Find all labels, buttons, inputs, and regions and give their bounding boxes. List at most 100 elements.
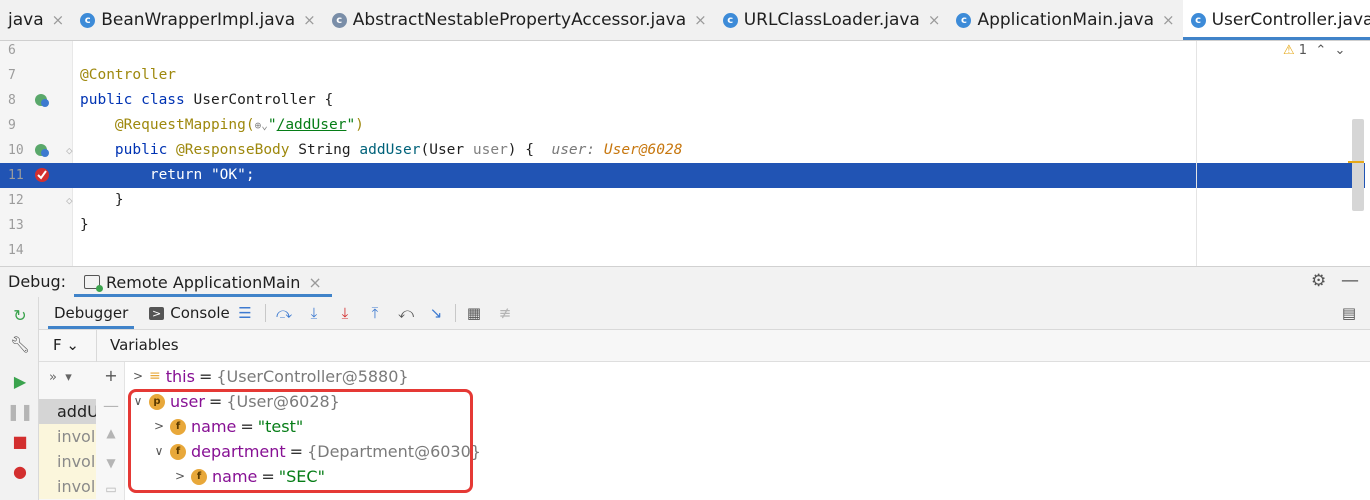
debugger-toolbar: Debugger > Console ☰ ⤼ ⤓ ⤓ ⤒ ⤺ ↘ ▦ ≢ ▤ xyxy=(39,297,1370,330)
line-number: 12 xyxy=(8,193,24,208)
layout-icon[interactable]: ▤ xyxy=(1339,303,1359,323)
fold-icon[interactable]: ◇ xyxy=(66,188,73,213)
run-to-cursor-icon[interactable]: ↘ xyxy=(426,303,446,323)
debug-session-tab[interactable]: Remote ApplicationMain × xyxy=(74,267,332,297)
code-text: public class UserController { xyxy=(80,92,334,108)
force-step-into-icon[interactable]: ⤓ xyxy=(335,303,355,323)
frame-item[interactable]: addU xyxy=(39,399,96,424)
frame-item[interactable]: invol xyxy=(39,474,96,499)
class-icon: c xyxy=(1190,12,1206,28)
frame-item[interactable]: invol xyxy=(39,449,96,474)
pause-icon[interactable]: ❚❚ xyxy=(7,401,34,421)
current-line-highlight xyxy=(1197,163,1365,188)
line-number: 8 xyxy=(8,93,16,108)
tab-label: ApplicationMain.java xyxy=(977,10,1155,30)
code-line: 6 xyxy=(0,38,1352,63)
close-icon[interactable]: × xyxy=(928,11,941,29)
menu-icon[interactable]: ☰ xyxy=(235,303,255,323)
editor-tab-bar: java × c BeanWrapperImpl.java × c Abstra… xyxy=(0,0,1370,41)
line-number: 6 xyxy=(8,43,16,58)
frames-list: » ▾ addU invol invol invol xyxy=(39,362,96,500)
close-icon[interactable]: × xyxy=(52,11,65,29)
line-number: 13 xyxy=(8,218,24,233)
inline-debug-hint: user: xyxy=(551,142,604,158)
tab-label: BeanWrapperImpl.java xyxy=(101,10,296,30)
variable-value: {UserController@5880} xyxy=(216,367,409,386)
frames-controls[interactable]: » ▾ xyxy=(49,370,72,385)
url-link[interactable]: /addUser xyxy=(277,117,347,133)
drop-frame-icon[interactable]: ⤺ xyxy=(396,303,416,323)
warning-marker[interactable] xyxy=(1348,161,1364,163)
code-line: 10 ◇ public @ResponseBody String addUser… xyxy=(0,138,1352,163)
tab-label: UserController.java xyxy=(1211,10,1370,30)
breakpoint-icon[interactable] xyxy=(34,167,50,183)
chevron-right-icon[interactable]: > xyxy=(131,364,145,389)
duplicate-icon[interactable]: ▭ xyxy=(102,482,120,496)
line-number: 14 xyxy=(8,243,24,258)
console-icon: > xyxy=(149,306,165,320)
debug-tool-window-header: Debug: Remote ApplicationMain × ⚙ — xyxy=(0,266,1370,298)
move-up-icon[interactable]: ▲ xyxy=(102,426,120,440)
add-watch-icon[interactable]: + xyxy=(102,366,120,385)
code-text: } xyxy=(114,192,124,208)
code-text: @RequestMapping(⊕⌄"/addUser") xyxy=(114,117,364,133)
view-breakpoints-icon[interactable]: ● xyxy=(10,461,30,481)
variables-header: Variables xyxy=(110,336,179,354)
stop-icon[interactable]: ■ xyxy=(10,431,30,451)
remove-watch-icon[interactable]: — xyxy=(102,396,120,415)
close-icon[interactable]: × xyxy=(308,273,321,292)
variable-name: this xyxy=(165,367,195,386)
resume-icon[interactable]: ▶ xyxy=(10,371,30,391)
bean-icon[interactable] xyxy=(34,92,50,108)
line-number: 10 xyxy=(8,143,24,158)
rerun-icon[interactable]: ↻ xyxy=(10,305,30,325)
code-line-current: 11 return "OK"; xyxy=(0,163,1196,188)
editor-tab-active[interactable]: c UserController.java × xyxy=(1182,0,1370,40)
highlight-annotation-box xyxy=(128,389,473,493)
tab-label: Console xyxy=(170,304,230,322)
class-icon: c xyxy=(722,12,738,28)
debug-title: Debug: xyxy=(8,272,67,291)
editor-tab[interactable]: c AbstractNestablePropertyAccessor.java … xyxy=(324,0,715,40)
code-text: } xyxy=(80,217,89,233)
line-number: 11 xyxy=(8,168,24,183)
class-icon: c xyxy=(331,12,347,28)
variable-row[interactable]: > ≡ this = {UserController@5880} xyxy=(131,364,409,389)
frames-header[interactable]: F ⌄ xyxy=(53,336,79,354)
variables-controls: + — ▲ ▼ ▭ xyxy=(96,362,125,500)
step-into-icon[interactable]: ⤓ xyxy=(304,303,324,323)
editor-scrollbar[interactable] xyxy=(1352,119,1364,211)
tab-label: Debugger xyxy=(54,304,129,322)
fold-icon[interactable]: ◇ xyxy=(66,138,73,163)
editor-tab[interactable]: c URLClassLoader.java × xyxy=(715,0,949,40)
move-down-icon[interactable]: ▼ xyxy=(102,456,120,470)
tab-label: java xyxy=(8,10,44,30)
editor-tab[interactable]: c ApplicationMain.java × xyxy=(948,0,1182,40)
editor-tab[interactable]: java × xyxy=(0,0,72,40)
tab-debugger[interactable]: Debugger xyxy=(47,297,135,329)
frame-item[interactable]: invol xyxy=(39,424,96,449)
step-over-icon[interactable]: ⤼ xyxy=(274,303,294,323)
toolbar-separator xyxy=(455,304,456,322)
tab-console[interactable]: > Console xyxy=(149,297,230,329)
code-editor[interactable]: ⚠ 1 ⌃ ⌄ 6 7 @Controller 8 public class U… xyxy=(0,41,1370,266)
close-icon[interactable]: × xyxy=(694,11,707,29)
code-line: 7 @Controller xyxy=(0,63,1352,88)
bean-icon[interactable] xyxy=(34,142,50,158)
debug-action-strip: ↻ 🔧︎ ▶ ❚❚ ■ ● xyxy=(0,297,39,500)
evaluate-expression-icon[interactable]: ▦ xyxy=(464,303,484,323)
close-icon[interactable]: × xyxy=(1162,11,1175,29)
tab-label: URLClassLoader.java xyxy=(743,10,920,30)
step-out-icon[interactable]: ⤒ xyxy=(365,303,385,323)
gear-icon[interactable]: ⚙ xyxy=(1311,271,1326,291)
editor-tab[interactable]: c BeanWrapperImpl.java × xyxy=(72,0,323,40)
code-line: 9 @RequestMapping(⊕⌄"/addUser") xyxy=(0,113,1352,138)
line-number: 9 xyxy=(8,118,16,133)
class-icon: c xyxy=(956,12,972,28)
minimize-icon[interactable]: — xyxy=(1341,270,1359,291)
close-icon[interactable]: × xyxy=(303,11,316,29)
wrench-icon[interactable]: 🔧︎ xyxy=(10,334,30,354)
class-icon: c xyxy=(80,12,96,28)
trace-icon[interactable]: ≢ xyxy=(495,303,515,323)
globe-icon: ⊕⌄ xyxy=(254,119,268,132)
